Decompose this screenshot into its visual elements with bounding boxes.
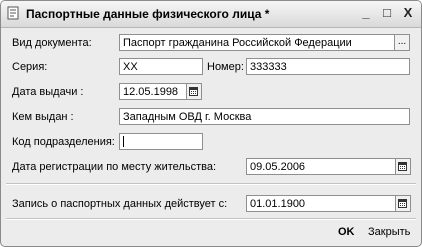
calendar-icon bbox=[398, 162, 407, 171]
registration-date-field[interactable]: 09.05.2006 bbox=[246, 158, 396, 175]
doc-type-field[interactable]: Паспорт гражданина Российской Федерации bbox=[119, 34, 395, 51]
issued-by-label: Кем выдан : bbox=[12, 111, 74, 123]
valid-from-label: Запись о паспортных данных действует с: bbox=[12, 198, 228, 210]
ok-button[interactable]: OK bbox=[338, 226, 355, 238]
passport-dialog: Паспортные данные физического лица * _ □… bbox=[0, 0, 422, 247]
minimize-button[interactable]: _ bbox=[357, 5, 375, 21]
division-code-field[interactable] bbox=[119, 133, 203, 150]
doc-type-select-button[interactable]: ... bbox=[395, 34, 410, 51]
issue-date-field[interactable]: 12.05.1998 bbox=[119, 83, 187, 100]
calendar-icon bbox=[398, 199, 407, 208]
document-icon bbox=[7, 6, 19, 20]
window-title: Паспортные данные физического лица * bbox=[26, 7, 270, 21]
close-window-button[interactable]: X bbox=[399, 5, 417, 21]
issued-by-field[interactable]: Западным ОВД г. Москва bbox=[119, 108, 410, 125]
valid-from-field[interactable]: 01.01.1900 bbox=[246, 195, 396, 212]
series-label: Серия: bbox=[12, 61, 48, 73]
registration-date-label: Дата регистрации по месту жительства: bbox=[12, 161, 217, 173]
number-field[interactable]: 333333 bbox=[246, 58, 410, 75]
maximize-button[interactable]: □ bbox=[378, 5, 396, 21]
division-code-label: Код подразделения: bbox=[12, 136, 115, 148]
separator bbox=[6, 183, 416, 185]
series-field[interactable]: XX bbox=[119, 58, 203, 75]
valid-from-calendar-button[interactable] bbox=[396, 195, 411, 212]
issue-date-calendar-button[interactable] bbox=[187, 83, 202, 100]
calendar-icon bbox=[189, 87, 198, 96]
number-label: Номер: bbox=[207, 61, 244, 73]
registration-date-calendar-button[interactable] bbox=[396, 158, 411, 175]
text-cursor bbox=[123, 136, 124, 147]
close-button[interactable]: Закрыть bbox=[368, 226, 410, 238]
separator bbox=[6, 218, 416, 220]
title-bar[interactable]: Паспортные данные физического лица * _ □… bbox=[1, 1, 421, 28]
issue-date-label: Дата выдачи : bbox=[12, 86, 84, 98]
doc-type-label: Вид документа: bbox=[12, 37, 92, 49]
